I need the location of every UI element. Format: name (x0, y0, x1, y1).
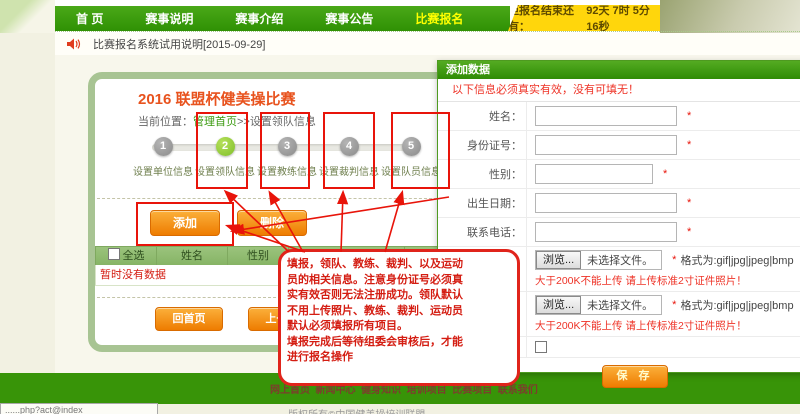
announcement-link[interactable]: 比赛报名系统试用说明[2015-09-29] (93, 36, 265, 52)
gender-input[interactable] (535, 164, 653, 184)
main-nav: 首 页 赛事说明 赛事介绍 赛事公告 比赛报名 (55, 6, 510, 31)
nav-item-event-intro[interactable]: 赛事介绍 (214, 10, 304, 27)
save-button[interactable]: 保 存 (602, 365, 668, 388)
birthdate-row: 出生日期： * (438, 189, 800, 218)
photo-2-format: 格式为:gif|jpg|jpeg|bmp (680, 297, 793, 313)
step-4-referee-info: 4 设置裁判信息 (317, 137, 381, 178)
name-required: * (687, 110, 691, 122)
photo-2-required: * (672, 299, 676, 311)
countdown-value: 92天 7时 5分 16秒 (586, 2, 660, 34)
name-row: 姓名： * (438, 102, 800, 131)
step-5-athlete-info: 5 设置队员信息 (379, 137, 443, 178)
header-left-decoration (0, 0, 55, 33)
birthdate-required: * (687, 197, 691, 209)
step-5-circle: 5 (402, 137, 421, 156)
photo-1-format: 格式为:gif|jpg|jpeg|bmp (680, 252, 793, 268)
annotation-text: 填报，领队、教练、裁判、以及运动 员的相关信息。注意身份证号必须真 实有效否则无… (287, 257, 515, 366)
header-divider (55, 31, 800, 32)
name-header: 姓名 (157, 246, 228, 265)
browser-status-text: ......php?act@index (0, 403, 158, 414)
page-title: 2016 联盟杯健美操比赛 (138, 88, 296, 109)
birthdate-input[interactable] (535, 193, 677, 213)
step-3-coach-info: 3 设置教练信息 (255, 137, 319, 178)
id-number-required: * (687, 139, 691, 151)
announcement-row: 比赛报名系统试用说明[2015-09-29] (55, 33, 800, 55)
modal-title: 添加数据 (438, 61, 800, 79)
dashed-divider-top (97, 198, 437, 199)
nav-item-home[interactable]: 首 页 (55, 10, 124, 27)
photo-1-browse-button[interactable]: 浏览... (536, 251, 581, 269)
nav-item-event-announcement[interactable]: 赛事公告 (304, 10, 394, 27)
breadcrumb-admin-home-link[interactable]: 管理首页 (193, 116, 237, 128)
photo-2-hint: 大于200K不能上传 请上传标准2寸证件照片！ (535, 318, 747, 333)
copyright-text: 版权所有©中国健美操培训联盟 (288, 406, 425, 414)
id-number-input[interactable] (535, 135, 677, 155)
select-all-checkbox[interactable] (108, 248, 120, 260)
gender-row: 性别： * (438, 160, 800, 189)
step-2-label: 设置领队信息 (193, 163, 257, 178)
birthdate-label: 出生日期： (438, 195, 526, 211)
step-1-label: 设置单位信息 (131, 163, 195, 178)
phone-required: * (687, 226, 691, 238)
photo-2-file-widget: 浏览... 未选择文件。 (535, 295, 662, 315)
photo-1-hint: 大于200K不能上传 请上传标准2寸证件照片！ (535, 273, 747, 288)
photo-2-file-status: 未选择文件。 (581, 297, 661, 313)
add-button[interactable]: 添加 (150, 210, 220, 236)
step-1-unit-info: 1 设置单位信息 (131, 137, 195, 178)
breadcrumb-current: >>设置领队信息 (237, 116, 316, 128)
name-label: 姓名： (438, 108, 526, 124)
step-1-circle: 1 (154, 137, 173, 156)
photo-1-file-widget: 浏览... 未选择文件。 (535, 250, 662, 270)
step-5-label: 设置队员信息 (379, 163, 443, 178)
step-4-label: 设置裁判信息 (317, 163, 381, 178)
header-right-decoration (660, 0, 800, 33)
select-all-header: 全选 (95, 246, 157, 265)
breadcrumb-prefix: 当前位置： (138, 116, 193, 128)
step-3-label: 设置教练信息 (255, 163, 319, 178)
page-root: 首 页 赛事说明 赛事介绍 赛事公告 比赛报名 距报名结束还有： 92天 7时 … (0, 0, 800, 414)
countdown-label: 距报名结束还有： (508, 2, 580, 34)
breadcrumb: 当前位置：管理首页>>设置领队信息 (138, 113, 316, 129)
modal-notice: 以下信息必须真实有效，没有可填无！ (438, 79, 800, 102)
step-2-circle: 2 (216, 137, 235, 156)
select-all-label: 全选 (123, 250, 145, 262)
photo-1-file-status: 未选择文件。 (581, 252, 661, 268)
photo-1-required: * (672, 254, 676, 266)
speaker-icon (67, 38, 81, 50)
nav-item-event-description[interactable]: 赛事说明 (124, 10, 214, 27)
annotation-box: 填报，领队、教练、裁判、以及运动 员的相关信息。注意身份证号必须真 实有效否则无… (278, 249, 520, 386)
step-2-leader-info: 2 设置领队信息 (193, 137, 257, 178)
nav-item-registration[interactable]: 比赛报名 (394, 10, 484, 27)
phone-row: 联系电话： * (438, 218, 800, 247)
step-4-circle: 4 (340, 137, 359, 156)
step-3-circle: 3 (278, 137, 297, 156)
photo-2-browse-button[interactable]: 浏览... (536, 296, 581, 314)
phone-input[interactable] (535, 222, 677, 242)
id-number-label: 身份证号： (438, 137, 526, 153)
name-input[interactable] (535, 106, 677, 126)
phone-label: 联系电话： (438, 224, 526, 240)
id-number-row: 身份证号： * (438, 131, 800, 160)
gender-required: * (663, 168, 667, 180)
countdown-bar: 距报名结束还有： 92天 7时 5分 16秒 (508, 5, 660, 31)
gender-label: 性别： (438, 166, 526, 182)
delete-button[interactable]: 删除 (237, 210, 307, 236)
confirm-checkbox[interactable] (535, 341, 547, 353)
back-home-button[interactable]: 回首页 (155, 307, 223, 331)
